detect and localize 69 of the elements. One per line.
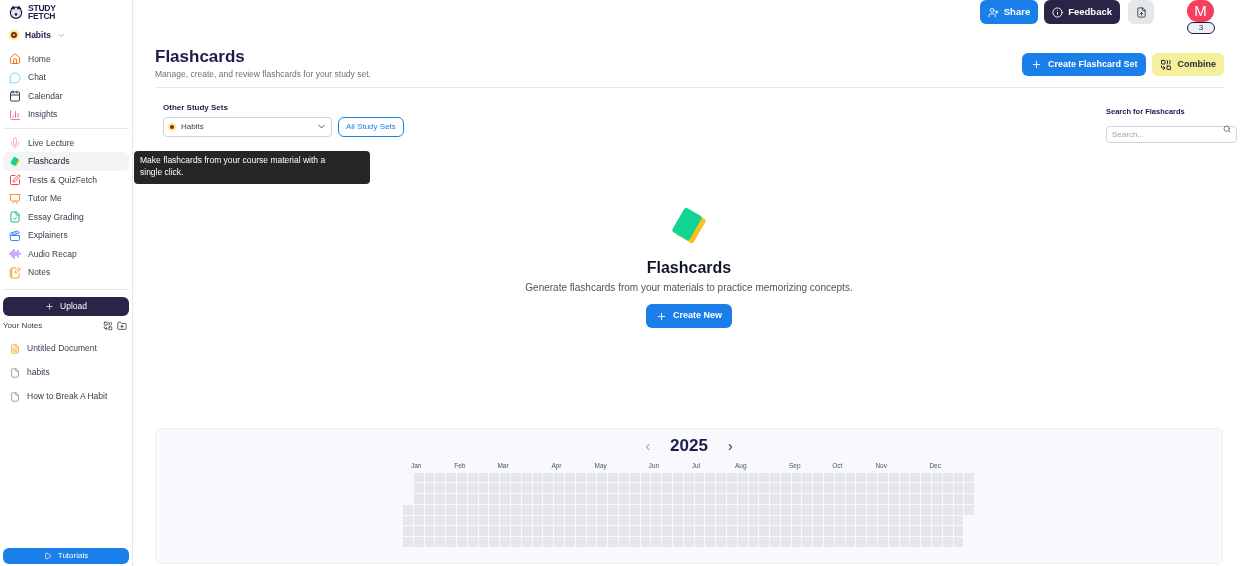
- study-set-dropdown[interactable]: Habits: [3, 29, 129, 42]
- file-upload-icon: [1135, 6, 1147, 18]
- sidebar-item[interactable]: Chat: [3, 68, 129, 87]
- empty-state-text: Generate flashcards from your materials to practice memorizing concepts.: [525, 281, 853, 295]
- sidebar-item[interactable]: Live Lecture: [3, 133, 129, 153]
- notification-badge: 3: [1187, 22, 1215, 34]
- new-folder-icon[interactable]: [117, 320, 127, 331]
- calendar-icon: [9, 90, 21, 102]
- presentation-icon: [9, 192, 21, 205]
- add-user-icon: [987, 6, 999, 18]
- note-item[interactable]: How to Break A Habit: [3, 387, 129, 406]
- study-set-select[interactable]: Habits: [163, 116, 332, 137]
- sidebar-item[interactable]: Tutor Me: [3, 189, 129, 208]
- plus-icon: [45, 301, 55, 311]
- section-heading: Your Notes: [3, 319, 43, 332]
- page-subtitle: Manage, create, and review flashcards for your study set.: [155, 68, 371, 81]
- sidebar-item[interactable]: Insights: [3, 105, 129, 124]
- study-set-icon: [9, 30, 19, 41]
- sidebar-item[interactable]: Calendar: [3, 86, 129, 106]
- clapperboard-icon: [9, 229, 21, 242]
- field-label: Other Study Sets: [163, 101, 229, 114]
- study-set-icon: [168, 122, 176, 131]
- document-icon: [10, 343, 20, 354]
- select-value: Habits: [181, 120, 204, 133]
- plus-icon: [1030, 59, 1042, 70]
- file-icon: [10, 367, 20, 378]
- dog-logo-icon: [8, 4, 24, 20]
- page-title: Flashcards: [155, 46, 246, 68]
- tooltip: Make flashcards from your course material with a single click.: [134, 151, 370, 184]
- create-flashcard-set-button[interactable]: Create Flashcard Set: [1021, 53, 1147, 76]
- empty-state-title: Flashcards: [646, 258, 732, 278]
- home-icon: [9, 53, 21, 65]
- plus-icon: [656, 310, 667, 322]
- tutorials-button[interactable]: Tutorials: [3, 548, 129, 564]
- file-icon: [10, 391, 20, 402]
- pencil-square-icon: [9, 174, 21, 186]
- notebook-icon: [9, 266, 21, 279]
- combine-button[interactable]: Combine: [1152, 53, 1224, 76]
- audio-wave-icon: [9, 248, 21, 260]
- logo-wordmark: STUDY FETCH: [28, 4, 56, 20]
- sidebar-item[interactable]: Notes: [3, 263, 129, 282]
- upload-file-button[interactable]: [1128, 0, 1154, 24]
- year-label: 2025: [670, 435, 708, 457]
- note-item[interactable]: Untitled Document: [3, 339, 129, 358]
- combine-icon[interactable]: [103, 320, 113, 331]
- play-icon: [43, 552, 52, 560]
- microphone-icon: [9, 137, 21, 149]
- upload-button[interactable]: Upload: [3, 296, 129, 316]
- share-button[interactable]: Share: [979, 0, 1039, 24]
- feedback-button[interactable]: Feedback: [1044, 0, 1120, 24]
- search-field[interactable]: Search...: [1106, 126, 1237, 143]
- avatar[interactable]: M: [1187, 0, 1214, 22]
- sidebar-item[interactable]: Explainers: [3, 226, 129, 245]
- sidebar-item[interactable]: Audio Recap: [3, 244, 129, 264]
- info-icon: [1052, 6, 1064, 18]
- sidebar-item[interactable]: Tests & QuizFetch: [3, 170, 129, 190]
- create-new-button[interactable]: Create New: [646, 304, 732, 328]
- all-study-sets-button[interactable]: All Study Sets: [338, 116, 404, 137]
- sidebar-item[interactable]: Flashcards: [3, 152, 129, 171]
- note-item[interactable]: habits: [3, 363, 129, 382]
- next-year-button[interactable]: ›: [727, 435, 733, 456]
- combine-icon: [1160, 58, 1173, 71]
- search-icon: [1223, 124, 1231, 133]
- sidebar-item[interactable]: Essay Grading: [3, 207, 129, 227]
- bar-chart-icon: [9, 108, 21, 121]
- chat-icon: [9, 71, 21, 84]
- cards-icon: [9, 155, 21, 168]
- sidebar-item[interactable]: Home: [3, 49, 129, 69]
- file-check-icon: [9, 211, 21, 223]
